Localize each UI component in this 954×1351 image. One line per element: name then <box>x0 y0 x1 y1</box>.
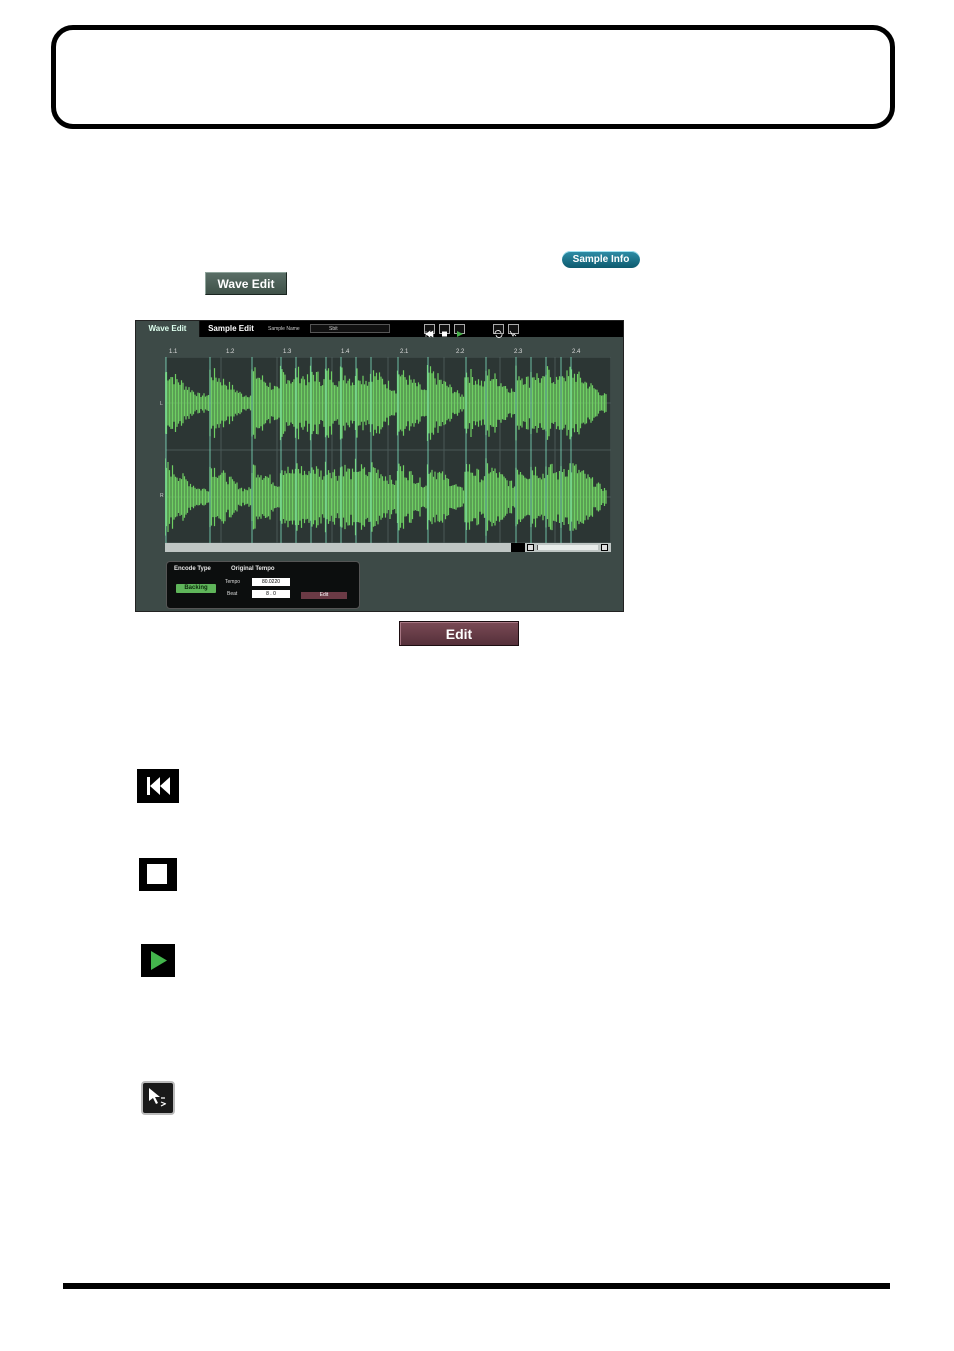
tab-sample-edit[interactable]: Sample Edit <box>200 321 262 337</box>
encode-type-label: Encode Type <box>174 566 211 572</box>
play-icon[interactable] <box>454 324 465 337</box>
channel-label-left: L <box>160 401 163 407</box>
ruler-label: 2.4 <box>572 349 581 355</box>
original-tempo-label: Original Tempo <box>231 566 275 572</box>
channel-label-right: R <box>160 493 164 499</box>
horizontal-scrollbar[interactable] <box>165 543 611 552</box>
wave-edit-button[interactable]: Wave Edit <box>205 272 287 295</box>
footer-rule <box>63 1283 890 1289</box>
beat-label: Beat <box>227 591 238 597</box>
section-title-frame <box>51 25 895 129</box>
stop-icon[interactable] <box>439 324 450 337</box>
ruler-label: 1.3 <box>283 349 292 355</box>
zoom-slider[interactable] <box>537 545 598 550</box>
waveform-graphic <box>164 356 612 544</box>
tempo-panel: Encode Type Original Tempo Backing Tempo… <box>166 561 360 609</box>
zoom-out-icon[interactable] <box>527 544 534 551</box>
ruler-label: 2.2 <box>456 349 465 355</box>
ruler-label: 1.2 <box>226 349 235 355</box>
waveform-display[interactable] <box>164 356 612 544</box>
tempo-field[interactable]: 80.0220 <box>252 578 290 586</box>
encode-type-backing-button[interactable]: Backing <box>176 584 216 593</box>
rewind-icon <box>137 769 179 803</box>
edit-button[interactable]: Edit <box>399 621 519 646</box>
sample-name-label: Sample Name <box>268 326 300 332</box>
sample-info-button[interactable]: Sample Info <box>562 251 640 268</box>
sample-name-field[interactable]: Sbit <box>310 324 390 333</box>
select-sound-icon[interactable] <box>508 324 519 337</box>
select-sound-icon <box>141 1081 175 1115</box>
screenshot-toolbar: Wave Edit Sample Edit Sample Name Sbit <box>136 321 623 338</box>
ruler-label: 1.1 <box>169 349 178 355</box>
panel-edit-button[interactable]: Edit <box>301 592 347 599</box>
play-icon <box>141 944 175 977</box>
loop-icon[interactable] <box>493 324 504 338</box>
ruler-label: 2.3 <box>514 349 523 355</box>
scroll-thumb[interactable] <box>511 543 525 552</box>
stop-icon <box>139 858 177 891</box>
tempo-label: Tempo <box>225 579 241 585</box>
tab-wave-edit[interactable]: Wave Edit <box>136 321 200 337</box>
ruler-label: 1.4 <box>341 349 350 355</box>
wave-edit-screenshot: Wave Edit Sample Edit Sample Name Sbit 1… <box>135 320 624 612</box>
zoom-in-icon[interactable] <box>601 544 608 551</box>
beat-field[interactable]: 8 . 0 <box>252 590 290 598</box>
ruler-label: 2.1 <box>400 349 409 355</box>
rewind-icon[interactable] <box>424 324 435 338</box>
